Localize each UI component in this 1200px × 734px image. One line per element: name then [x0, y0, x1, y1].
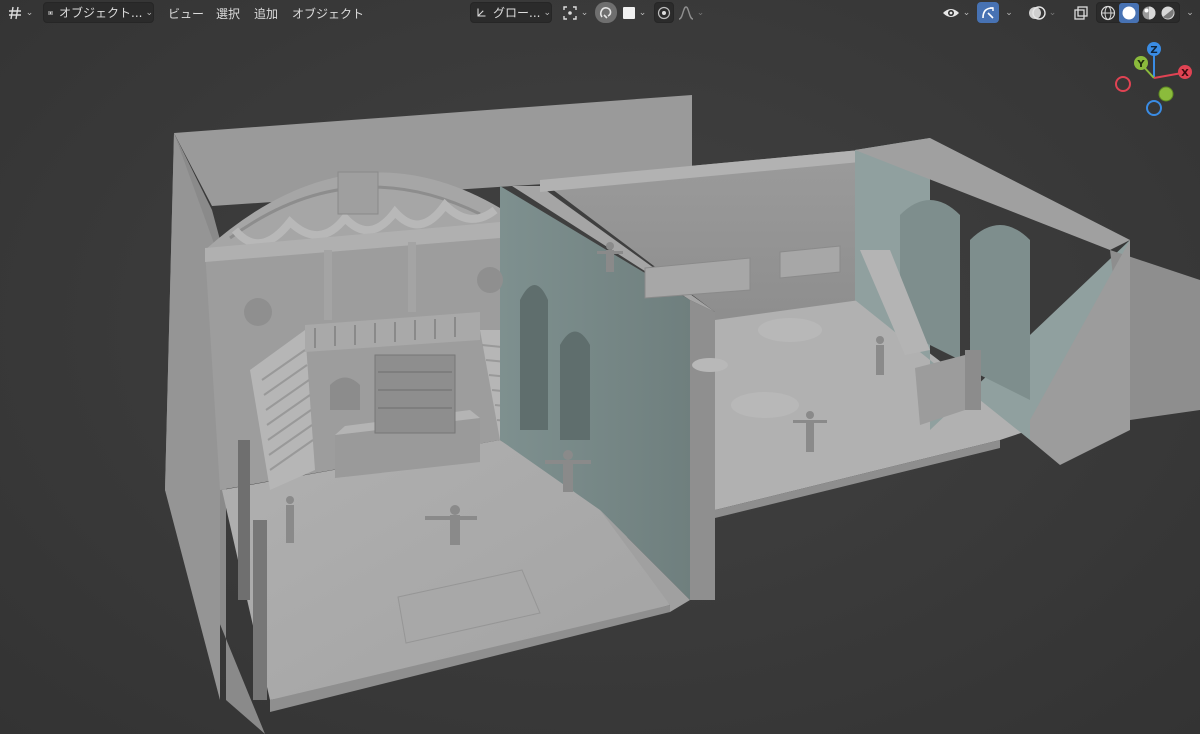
chevron-down-icon: ⌄ [543, 7, 551, 18]
chevron-down-icon: ⌄ [1048, 7, 1057, 18]
overlay-dropdown[interactable]: ⌄ [1024, 2, 1060, 23]
overlay-icon [1028, 5, 1046, 20]
snap-target-dropdown[interactable]: ⌄ [619, 2, 649, 23]
gizmo-toggle[interactable] [977, 2, 999, 23]
proportional-editing-toggle[interactable] [654, 2, 674, 23]
pivot-point-dropdown[interactable]: ⌄ [560, 2, 590, 23]
chevron-down-icon: ⌄ [25, 7, 34, 18]
snap-icon [600, 6, 612, 19]
navigation-gizmo[interactable]: Z Y X [1108, 38, 1196, 118]
y-axis-label: Y [1136, 59, 1145, 70]
mode-label: オブジェクト... [59, 6, 143, 20]
solid-shading-button[interactable] [1118, 2, 1139, 23]
xray-toggle-icon [1074, 5, 1088, 20]
scene-model [165, 95, 1200, 734]
neg-x-axis-handle[interactable] [1115, 76, 1131, 92]
chevron-down-icon: ⌄ [638, 7, 647, 18]
chevron-down-icon: ⌄ [145, 7, 153, 18]
menu-select[interactable]: 選択 [216, 5, 240, 22]
shading-options-dropdown[interactable]: ⌄ [1182, 2, 1198, 23]
chevron-down-icon: ⌄ [1186, 7, 1194, 18]
solid-shading-icon [1122, 6, 1136, 19]
menu-add[interactable]: 追加 [254, 5, 278, 22]
pivot-point-icon [563, 5, 577, 20]
falloff-dropdown[interactable]: ⌄ [676, 2, 706, 23]
chevron-down-icon: ⌄ [962, 7, 971, 18]
transform-orientation-label: グロー... [493, 6, 541, 20]
snap-target-square-icon [622, 6, 635, 19]
z-axis-label: Z [1150, 45, 1157, 56]
neg-y-axis-handle[interactable] [1158, 86, 1174, 102]
3d-viewport[interactable]: Z Y X [0, 0, 1200, 734]
editor-type-button[interactable]: ⌄ [4, 2, 36, 23]
object-mode-icon [48, 10, 53, 15]
neg-z-axis-handle[interactable] [1146, 100, 1162, 116]
chevron-down-icon: ⌄ [696, 7, 705, 18]
gizmo-toggle-icon [982, 6, 994, 19]
mode-dropdown[interactable]: オブジェクト... ⌄ [43, 2, 154, 23]
menu-object[interactable]: オブジェクト [292, 5, 364, 22]
viewport-header: ⌄ オブジェクト... ⌄ ビュー 選択 追加 オブジェクト グロー... ⌄ … [0, 0, 1200, 26]
shading-mode-group [1096, 2, 1180, 23]
viewport-editor-icon [8, 6, 21, 19]
snap-toggle[interactable] [595, 2, 617, 23]
chevron-down-icon: ⌄ [580, 7, 589, 18]
falloff-curve-icon [678, 5, 693, 20]
object-visibility-eye-icon [942, 8, 959, 17]
chevron-down-icon: ⌄ [1005, 7, 1013, 18]
material-preview-icon[interactable] [1141, 5, 1157, 21]
proportional-editing-icon [657, 6, 671, 19]
transform-orientation-dropdown[interactable]: グロー... ⌄ [470, 2, 552, 23]
wireframe-shading-icon[interactable] [1100, 5, 1116, 21]
menu-view[interactable]: ビュー [168, 5, 204, 22]
transform-orientation-icon [477, 8, 486, 17]
object-visibility-dropdown[interactable]: ⌄ [940, 2, 972, 23]
gizmo-options-dropdown[interactable]: ⌄ [1000, 2, 1018, 23]
xray-toggle[interactable] [1070, 2, 1092, 23]
rendered-shading-icon[interactable] [1160, 5, 1176, 21]
x-axis-label: X [1181, 68, 1189, 79]
